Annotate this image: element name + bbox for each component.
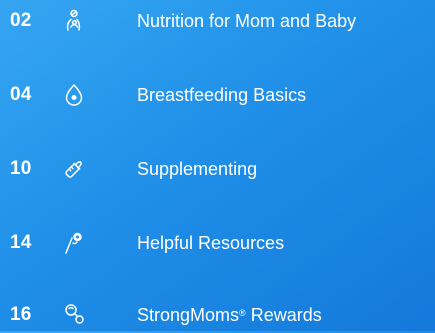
- toc-item-title: StrongMoms® Rewards: [137, 297, 322, 333]
- toc-item-resources[interactable]: 14 Helpful Resources: [0, 225, 435, 261]
- toc-page-number: 14: [10, 232, 32, 253]
- registered-mark: ®: [239, 308, 246, 318]
- baby-bottle-icon: [62, 157, 86, 181]
- milk-drop-icon: [62, 83, 86, 107]
- toc-page-number: 02: [10, 10, 32, 31]
- toc-page-number: 10: [10, 158, 32, 179]
- toc-page-number: 16: [10, 304, 32, 325]
- toc-item-title: Helpful Resources: [137, 233, 285, 253]
- table-of-contents: 02 Nutrition for Mom and Baby 04 Breastf…: [0, 0, 435, 331]
- toc-item-title-main: StrongMoms: [137, 305, 240, 325]
- toc-item-rewards[interactable]: 16 StrongMoms® Rewards: [0, 297, 435, 333]
- mom-holding-baby-icon: [62, 9, 86, 33]
- toc-item-title-rest: Rewards: [245, 305, 322, 325]
- toc-page-number: 04: [10, 84, 32, 105]
- toc-item-title: Breastfeeding Basics: [137, 85, 307, 105]
- stethoscope-icon: [62, 231, 86, 255]
- toc-item-title: Nutrition for Mom and Baby: [137, 11, 357, 31]
- toc-item-supplementing[interactable]: 10 Supplementing: [0, 151, 435, 187]
- toc-item-title: Supplementing: [137, 159, 258, 179]
- toc-item-nutrition[interactable]: 02 Nutrition for Mom and Baby: [0, 3, 435, 39]
- toc-item-breastfeeding[interactable]: 04 Breastfeeding Basics: [0, 77, 435, 113]
- pacifier-icon: [62, 303, 86, 327]
